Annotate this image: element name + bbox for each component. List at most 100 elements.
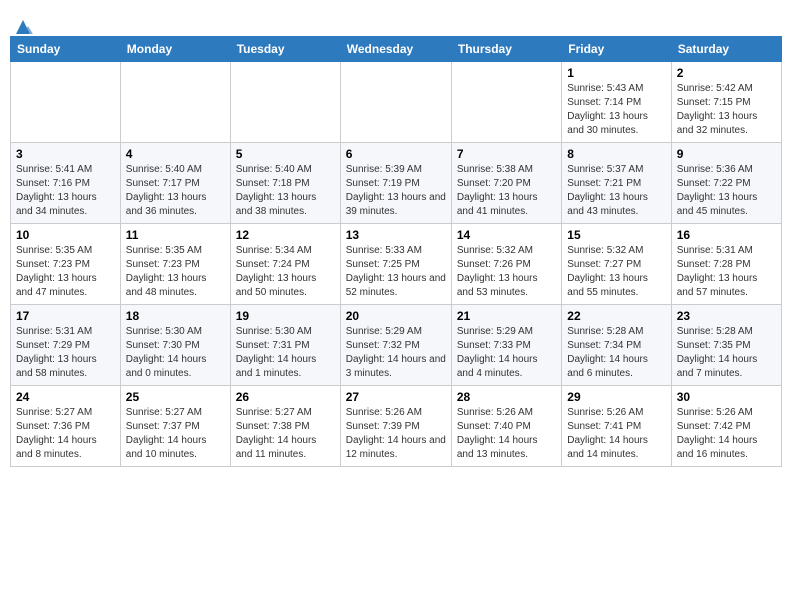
calendar-cell — [11, 62, 121, 143]
calendar-cell: 26 Sunrise: 5:27 AM Sunset: 7:38 PM Dayli… — [230, 386, 340, 467]
calendar-cell: 17 Sunrise: 5:31 AM Sunset: 7:29 PM Dayli… — [11, 305, 121, 386]
calendar-cell: 25Sunrise: 5:27 AM Sunset: 7:37 PM Dayli… — [120, 386, 230, 467]
calendar: SundayMondayTuesdayWednesdayThursdayFrid… — [10, 36, 782, 467]
day-info: Sunrise: 5:41 AM Sunset: 7:16 PM Dayligh… — [16, 163, 115, 219]
calendar-cell: 9Sunrise: 5:36 AM Sunset: 7:22 PM Daylig… — [671, 143, 781, 224]
day-info: Sunrise: 5:40 AM Sunset: 7:18 PM Dayligh… — [236, 163, 335, 219]
day-number: 9 — [677, 147, 776, 161]
day-info: Sunrise: 5:40 AM Sunset: 7:17 PM Dayligh… — [126, 163, 225, 219]
calendar-cell — [340, 62, 451, 143]
day-number: 27 — [346, 390, 446, 404]
weekday-header: Wednesday — [340, 37, 451, 62]
calendar-week-row: 24 Sunrise: 5:27 AM Sunset: 7:36 PM Dayli… — [11, 386, 782, 467]
calendar-cell: 12Sunrise: 5:34 AM Sunset: 7:24 PM Dayli… — [230, 224, 340, 305]
calendar-cell: 28 Sunrise: 5:26 AM Sunset: 7:40 PM Dayli… — [451, 386, 561, 467]
day-number: 17 — [16, 309, 115, 323]
calendar-cell: 16 Sunrise: 5:31 AM Sunset: 7:28 PM Dayli… — [671, 224, 781, 305]
calendar-cell: 3Sunrise: 5:41 AM Sunset: 7:16 PM Daylig… — [11, 143, 121, 224]
day-info: Sunrise: 5:29 AM Sunset: 7:32 PM Dayligh… — [346, 325, 446, 381]
day-number: 12 — [236, 228, 335, 242]
day-number: 29 — [567, 390, 665, 404]
calendar-cell: 18Sunrise: 5:30 AM Sunset: 7:30 PM Dayli… — [120, 305, 230, 386]
day-info: Sunrise: 5:32 AM Sunset: 7:27 PM Dayligh… — [567, 244, 665, 300]
calendar-cell: 14 Sunrise: 5:32 AM Sunset: 7:26 PM Dayli… — [451, 224, 561, 305]
weekday-header: Tuesday — [230, 37, 340, 62]
calendar-cell: 13 Sunrise: 5:33 AM Sunset: 7:25 PM Dayli… — [340, 224, 451, 305]
day-number: 7 — [457, 147, 556, 161]
calendar-cell — [230, 62, 340, 143]
calendar-cell: 21Sunrise: 5:29 AM Sunset: 7:33 PM Dayli… — [451, 305, 561, 386]
day-number: 8 — [567, 147, 665, 161]
calendar-cell: 29 Sunrise: 5:26 AM Sunset: 7:41 PM Dayli… — [562, 386, 671, 467]
day-number: 22 — [567, 309, 665, 323]
day-info: Sunrise: 5:38 AM Sunset: 7:20 PM Dayligh… — [457, 163, 556, 219]
calendar-cell: 10 Sunrise: 5:35 AM Sunset: 7:23 PM Dayli… — [11, 224, 121, 305]
calendar-week-row: 10 Sunrise: 5:35 AM Sunset: 7:23 PM Dayli… — [11, 224, 782, 305]
calendar-cell — [451, 62, 561, 143]
day-info: Sunrise: 5:28 AM Sunset: 7:35 PM Dayligh… — [677, 325, 776, 381]
day-info: Sunrise: 5:26 AM Sunset: 7:40 PM Dayligh… — [457, 406, 556, 462]
day-info: Sunrise: 5:31 AM Sunset: 7:29 PM Dayligh… — [16, 325, 115, 381]
day-info: Sunrise: 5:27 AM Sunset: 7:36 PM Dayligh… — [16, 406, 115, 462]
day-info: Sunrise: 5:43 AM Sunset: 7:14 PM Dayligh… — [567, 82, 665, 138]
calendar-week-row: 3Sunrise: 5:41 AM Sunset: 7:16 PM Daylig… — [11, 143, 782, 224]
day-number: 16 — [677, 228, 776, 242]
day-number: 21 — [457, 309, 556, 323]
day-info: Sunrise: 5:31 AM Sunset: 7:28 PM Dayligh… — [677, 244, 776, 300]
day-number: 13 — [346, 228, 446, 242]
day-info: Sunrise: 5:42 AM Sunset: 7:15 PM Dayligh… — [677, 82, 776, 138]
calendar-week-row: 17 Sunrise: 5:31 AM Sunset: 7:29 PM Dayli… — [11, 305, 782, 386]
day-info: Sunrise: 5:32 AM Sunset: 7:26 PM Dayligh… — [457, 244, 556, 300]
day-number: 26 — [236, 390, 335, 404]
day-info: Sunrise: 5:26 AM Sunset: 7:41 PM Dayligh… — [567, 406, 665, 462]
day-number: 6 — [346, 147, 446, 161]
day-info: Sunrise: 5:28 AM Sunset: 7:34 PM Dayligh… — [567, 325, 665, 381]
day-number: 1 — [567, 66, 665, 80]
calendar-cell: 15 Sunrise: 5:32 AM Sunset: 7:27 PM Dayli… — [562, 224, 671, 305]
day-number: 18 — [126, 309, 225, 323]
day-number: 28 — [457, 390, 556, 404]
day-number: 11 — [126, 228, 225, 242]
calendar-week-row: 1 Sunrise: 5:43 AM Sunset: 7:14 PM Daylig… — [11, 62, 782, 143]
day-number: 19 — [236, 309, 335, 323]
calendar-cell: 7 Sunrise: 5:38 AM Sunset: 7:20 PM Daylig… — [451, 143, 561, 224]
day-number: 20 — [346, 309, 446, 323]
calendar-cell: 19 Sunrise: 5:30 AM Sunset: 7:31 PM Dayli… — [230, 305, 340, 386]
weekday-header: Thursday — [451, 37, 561, 62]
day-number: 5 — [236, 147, 335, 161]
day-number: 30 — [677, 390, 776, 404]
day-info: Sunrise: 5:37 AM Sunset: 7:21 PM Dayligh… — [567, 163, 665, 219]
day-number: 10 — [16, 228, 115, 242]
calendar-body: 1 Sunrise: 5:43 AM Sunset: 7:14 PM Daylig… — [11, 62, 782, 467]
calendar-header-row: SundayMondayTuesdayWednesdayThursdayFrid… — [11, 37, 782, 62]
weekday-header: Saturday — [671, 37, 781, 62]
header — [10, 10, 782, 32]
day-info: Sunrise: 5:39 AM Sunset: 7:19 PM Dayligh… — [346, 163, 446, 219]
calendar-cell: 23 Sunrise: 5:28 AM Sunset: 7:35 PM Dayli… — [671, 305, 781, 386]
day-info: Sunrise: 5:35 AM Sunset: 7:23 PM Dayligh… — [16, 244, 115, 300]
calendar-cell: 20 Sunrise: 5:29 AM Sunset: 7:32 PM Dayli… — [340, 305, 451, 386]
calendar-cell: 2Sunrise: 5:42 AM Sunset: 7:15 PM Daylig… — [671, 62, 781, 143]
calendar-cell: 1 Sunrise: 5:43 AM Sunset: 7:14 PM Daylig… — [562, 62, 671, 143]
day-number: 15 — [567, 228, 665, 242]
day-info: Sunrise: 5:30 AM Sunset: 7:31 PM Dayligh… — [236, 325, 335, 381]
logo-icon — [12, 16, 34, 38]
day-number: 23 — [677, 309, 776, 323]
calendar-cell: 22 Sunrise: 5:28 AM Sunset: 7:34 PM Dayli… — [562, 305, 671, 386]
day-info: Sunrise: 5:33 AM Sunset: 7:25 PM Dayligh… — [346, 244, 446, 300]
calendar-cell: 5 Sunrise: 5:40 AM Sunset: 7:18 PM Daylig… — [230, 143, 340, 224]
day-info: Sunrise: 5:35 AM Sunset: 7:23 PM Dayligh… — [126, 244, 225, 300]
day-info: Sunrise: 5:26 AM Sunset: 7:42 PM Dayligh… — [677, 406, 776, 462]
calendar-cell: 8 Sunrise: 5:37 AM Sunset: 7:21 PM Daylig… — [562, 143, 671, 224]
day-number: 14 — [457, 228, 556, 242]
calendar-cell: 6 Sunrise: 5:39 AM Sunset: 7:19 PM Daylig… — [340, 143, 451, 224]
day-number: 25 — [126, 390, 225, 404]
calendar-cell: 11 Sunrise: 5:35 AM Sunset: 7:23 PM Dayli… — [120, 224, 230, 305]
weekday-header: Friday — [562, 37, 671, 62]
day-number: 4 — [126, 147, 225, 161]
day-info: Sunrise: 5:26 AM Sunset: 7:39 PM Dayligh… — [346, 406, 446, 462]
calendar-cell: 4 Sunrise: 5:40 AM Sunset: 7:17 PM Daylig… — [120, 143, 230, 224]
weekday-header: Monday — [120, 37, 230, 62]
day-number: 24 — [16, 390, 115, 404]
day-info: Sunrise: 5:27 AM Sunset: 7:38 PM Dayligh… — [236, 406, 335, 462]
